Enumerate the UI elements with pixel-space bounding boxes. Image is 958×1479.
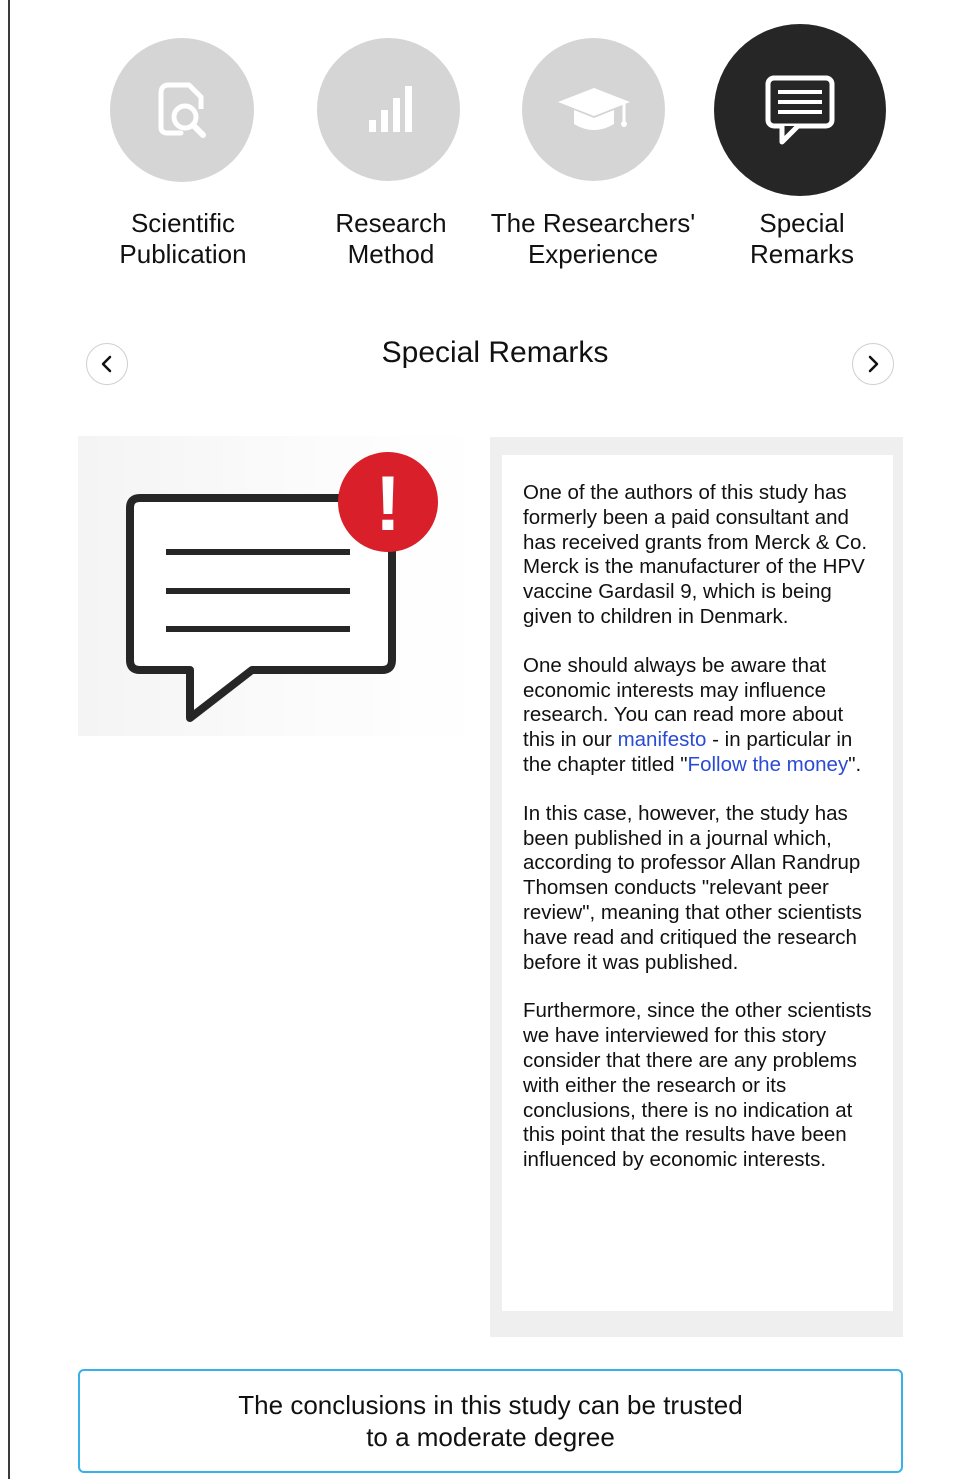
remarks-text[interactable]: One of the authors of this study has for… bbox=[502, 455, 893, 1311]
text-span: ". bbox=[848, 752, 862, 776]
tab-circle bbox=[317, 38, 460, 181]
follow-the-money-link[interactable]: Follow the money bbox=[688, 753, 849, 776]
tab-label: Special Remarks bbox=[749, 208, 854, 269]
remarks-paragraph: One should always be aware that economic… bbox=[523, 654, 879, 778]
tab-label: The Researchers' Experience bbox=[490, 208, 696, 269]
document-search-icon bbox=[158, 82, 206, 138]
verdict-box: The conclusions in this study can be tru… bbox=[78, 1369, 903, 1473]
tab-circle bbox=[110, 38, 254, 182]
graduation-cap-icon bbox=[557, 87, 630, 130]
bar-chart-icon bbox=[368, 85, 412, 132]
alert-mark: ! bbox=[375, 459, 401, 547]
tab-circle bbox=[522, 38, 665, 181]
chat-alert-icon: ! bbox=[126, 452, 438, 722]
section-title: Special Remarks bbox=[381, 336, 609, 369]
tab-label: Research Method bbox=[335, 208, 447, 269]
tab-circle bbox=[714, 24, 886, 196]
next-button[interactable] bbox=[852, 343, 894, 385]
remarks-panel: One of the authors of this study has for… bbox=[490, 437, 903, 1337]
left-border-rule bbox=[8, 0, 10, 1479]
remarks-paragraph: In this case, however, the study has bee… bbox=[523, 801, 862, 974]
chat-message-icon bbox=[765, 75, 835, 145]
remarks-paragraph: Furthermore, since the other scientists … bbox=[523, 999, 872, 1172]
remarks-paragraph: One of the authors of this study has for… bbox=[523, 481, 868, 628]
chevron-right-icon bbox=[868, 355, 879, 373]
manifesto-link[interactable]: manifesto bbox=[618, 728, 707, 751]
tab-label: Scientific Publication bbox=[119, 208, 247, 269]
